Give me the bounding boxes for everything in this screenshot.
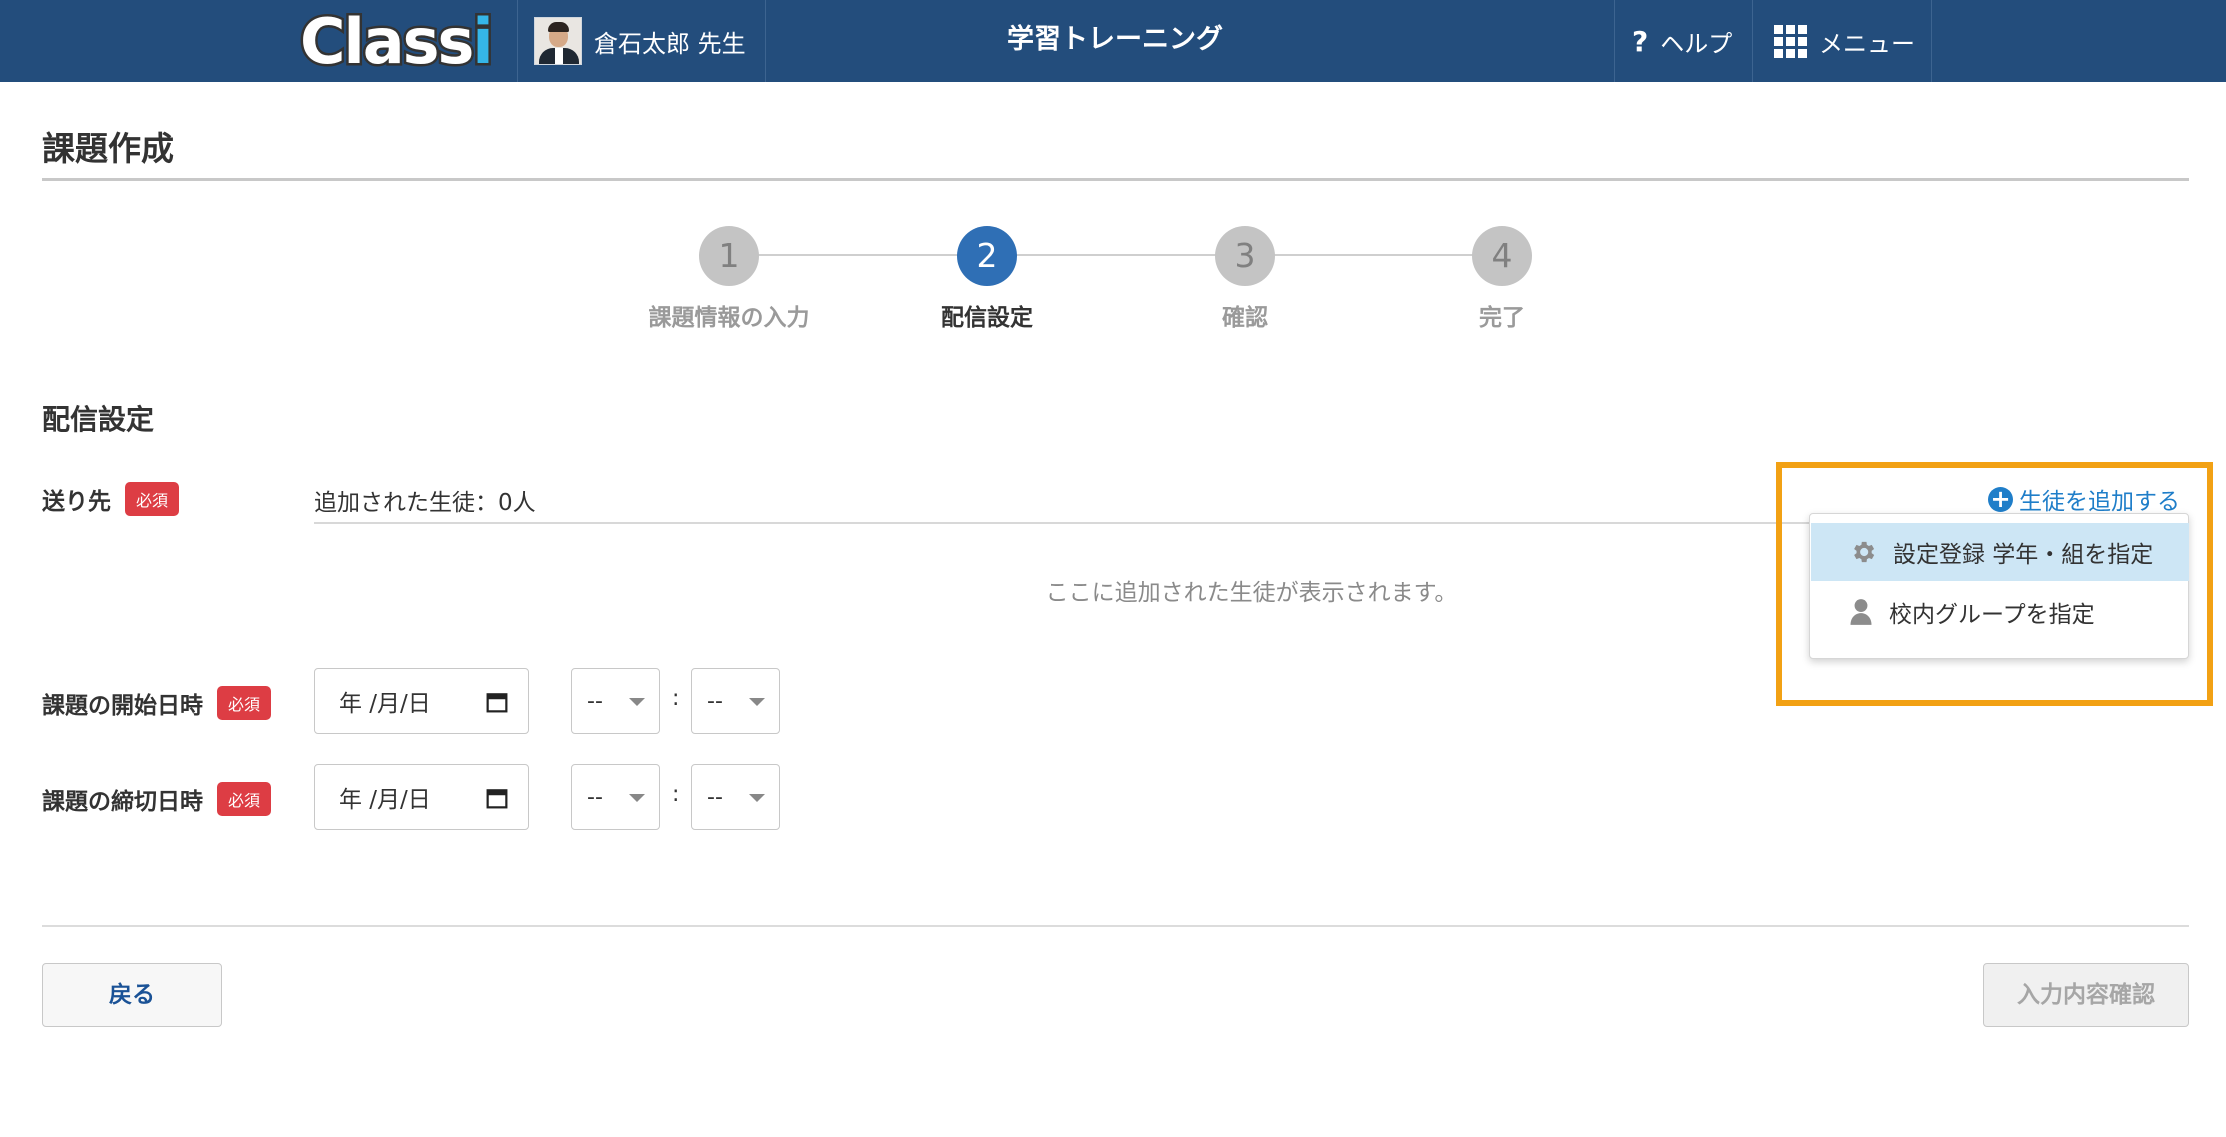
end-date-input[interactable]: 年 /月/日 [314,764,529,830]
start-datetime-label-text: 課題の開始日時 [42,693,203,719]
user-name: 倉石太郎 先生 [594,29,746,58]
time-separator: : [672,782,680,807]
calendar-icon [486,789,508,809]
menu-button[interactable]: メニュー [1774,0,1915,82]
minute-value: -- [707,688,723,714]
step-2-label: 配信設定 [941,305,1033,331]
hour-value: -- [587,784,603,810]
header-divider [1752,0,1753,82]
help-button[interactable]: ? ヘルプ [1632,0,1732,82]
chevron-down-icon [749,794,765,802]
dropdown-item-label: 設定登録 学年・組を指定 [1893,542,2154,568]
start-hour-select[interactable]: -- [571,668,660,734]
required-badge: 必須 [217,782,272,816]
footer-divider [42,925,2189,927]
logo-text: Classi [298,2,497,80]
step-3-circle: 3 [1215,226,1275,286]
hour-value: -- [587,688,603,714]
avatar [534,17,582,65]
added-student-count: 追加された生徒：0人 [314,490,536,516]
end-minute-select[interactable]: -- [691,764,780,830]
user-profile[interactable]: 倉石太郎 先生 [534,16,746,66]
question-icon: ? [1632,24,1649,58]
step-2-circle: 2 [957,226,1017,286]
start-datetime-label: 課題の開始日時 必須 [42,686,272,720]
title-divider [42,178,2189,181]
step-1-label: 課題情報の入力 [648,305,810,331]
menu-label: メニュー [1819,29,1915,58]
app-title: 学習トレーニング [1007,24,1223,55]
person-icon [1850,599,1872,625]
time-separator: : [672,686,680,711]
chevron-down-icon [749,698,765,706]
chevron-down-icon [629,698,645,706]
section-title: 配信設定 [42,403,155,436]
grid-icon [1774,24,1807,58]
header-divider [1614,0,1615,82]
help-label: ヘルプ [1660,29,1733,58]
back-button[interactable]: 戻る [42,963,222,1027]
step-4-circle: 4 [1472,226,1532,286]
step-3-label: 確認 [1222,305,1268,331]
step-1-circle: 1 [699,226,759,286]
add-student-dropdown: 設定登録 学年・組を指定 校内グループを指定 [1809,513,2189,659]
dropdown-item-school-group[interactable]: 校内グループを指定 [1811,583,2189,641]
gear-icon [1854,541,1875,563]
start-minute-select[interactable]: -- [691,668,780,734]
date-placeholder: 年 /月/日 [339,691,431,717]
page-title: 課題作成 [42,129,174,168]
minute-value: -- [707,784,723,810]
required-badge: 必須 [217,686,272,720]
recipients-label-text: 送り先 [42,489,111,515]
end-datetime-label-text: 課題の締切日時 [42,789,203,815]
step-4-label: 完了 [1479,305,1525,331]
header-divider [517,0,518,82]
start-date-input[interactable]: 年 /月/日 [314,668,529,734]
dropdown-item-grade-class[interactable]: 設定登録 学年・組を指定 [1811,523,2189,581]
confirm-input-button[interactable]: 入力内容確認 [1983,963,2189,1027]
top-header: Classi 倉石太郎 先生 学習トレーニング ? ヘルプ メニュー [0,0,2226,82]
date-placeholder: 年 /月/日 [339,787,431,813]
dropdown-item-label: 校内グループを指定 [1889,602,2095,628]
chevron-down-icon [629,794,645,802]
recipients-label: 送り先 必須 [42,482,180,516]
calendar-icon [486,693,508,713]
stepper-line [758,254,1518,256]
required-badge: 必須 [125,482,180,516]
classi-logo[interactable]: Classi [298,2,497,80]
end-hour-select[interactable]: -- [571,764,660,830]
header-divider [1931,0,1932,82]
end-datetime-label: 課題の締切日時 必須 [42,782,272,816]
